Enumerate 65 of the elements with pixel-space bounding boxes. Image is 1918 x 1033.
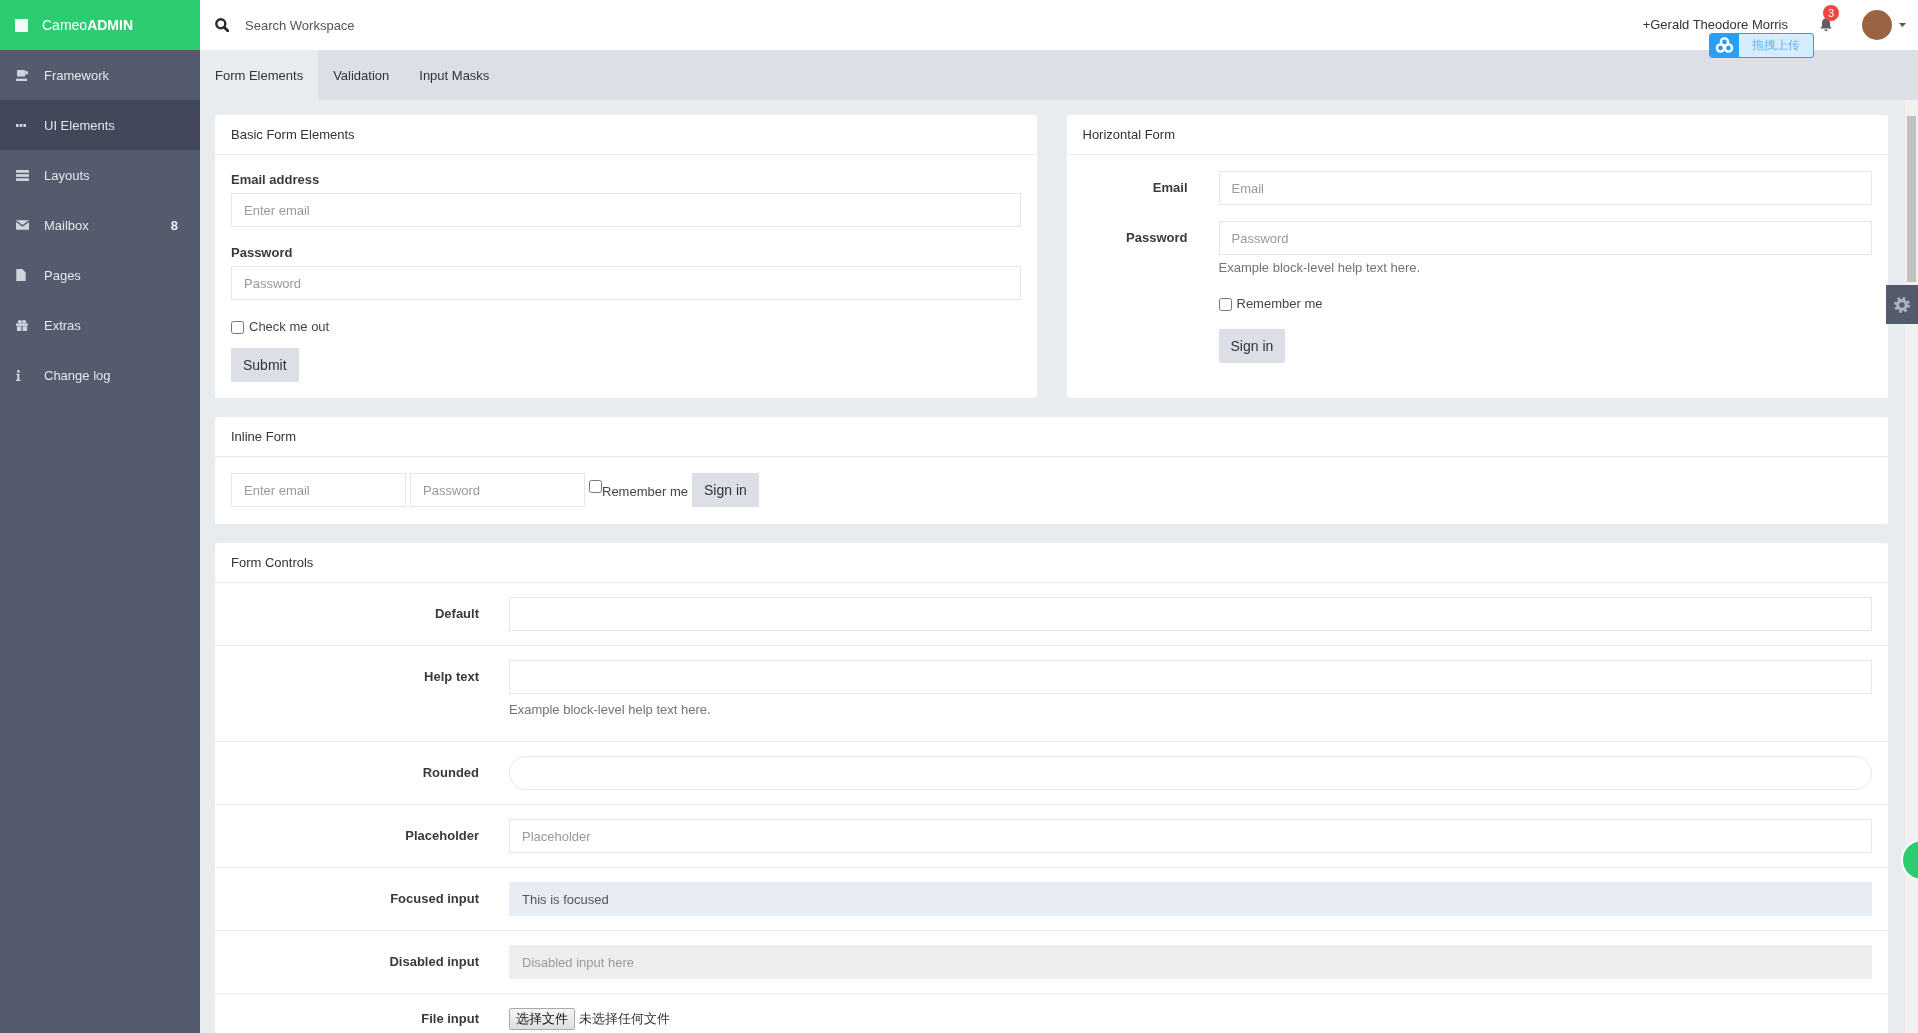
input-field[interactable]: Password	[231, 266, 1021, 300]
card-title: Form Controls	[231, 555, 314, 570]
bell-icon[interactable]	[1820, 18, 1832, 32]
unread-count: 8	[170, 217, 178, 233]
sign-in-button[interactable]: Sign in	[691, 473, 759, 507]
field-label: Default	[434, 605, 479, 623]
tab[interactable]: Validation	[318, 50, 405, 100]
settings-button[interactable]	[1886, 285, 1918, 324]
layers-icon	[16, 169, 29, 181]
field-label: Password	[231, 245, 293, 260]
card-title: Inline Form	[231, 429, 297, 444]
gift-icon	[16, 319, 28, 331]
input-field[interactable]	[509, 660, 1872, 694]
gear-icon	[1894, 296, 1910, 313]
input-field[interactable]	[509, 756, 1872, 790]
input-field[interactable]: Password	[1218, 221, 1872, 255]
field-label: Email	[1152, 179, 1188, 197]
input-field[interactable]: Placeholder	[509, 819, 1872, 853]
input-field[interactable]: This is focused	[509, 882, 1872, 916]
search-field[interactable]: Search Workspace	[245, 17, 1643, 33]
checkbox-label: Check me out	[249, 318, 330, 336]
checkbox[interactable]	[231, 320, 244, 334]
scrollbar[interactable]	[1905, 100, 1918, 1033]
card-title: Basic Form Elements	[231, 127, 355, 142]
checkbox-label: Remember me	[602, 483, 688, 499]
scrollbar-thumb[interactable]	[1907, 116, 1916, 282]
input-field[interactable]: Email	[1218, 171, 1872, 205]
info-icon	[16, 369, 21, 381]
input-field[interactable]: Enter email	[231, 193, 1021, 227]
checkbox[interactable]	[589, 480, 602, 493]
dots-icon	[16, 123, 26, 127]
checkbox-label: Remember me	[1236, 295, 1323, 313]
brand-name: CameoADMIN	[42, 17, 134, 33]
input-field[interactable]: Password	[410, 473, 585, 507]
square-logo-icon	[15, 18, 28, 32]
field-label: Placeholder	[405, 827, 479, 845]
field-label: Password	[1126, 229, 1188, 247]
search-icon[interactable]	[215, 18, 229, 32]
caret-icon[interactable]	[1899, 23, 1906, 27]
sidebar-item[interactable]: UI Elements	[0, 100, 200, 150]
input-field[interactable]	[509, 597, 1872, 631]
upload-label: 拖拽上传	[1751, 37, 1801, 54]
help-text: Example block-level help text here.	[1218, 259, 1422, 276]
input-field[interactable]: Enter email	[231, 473, 406, 507]
checkbox[interactable]	[1218, 297, 1232, 311]
card-title: Horizontal Form	[1082, 127, 1175, 142]
envelope-icon	[16, 220, 29, 230]
avatar[interactable]	[1862, 10, 1892, 40]
tab[interactable]: Input Masks	[404, 50, 505, 100]
choose-file-button[interactable]: 选择文件	[509, 1008, 575, 1030]
help-text: Example block-level help text here.	[509, 701, 712, 718]
notification-count: 3	[1823, 5, 1839, 21]
user-name[interactable]: +Gerald Theodore Morris	[1642, 17, 1788, 33]
field-label: Rounded	[422, 764, 479, 782]
submit-button[interactable]: Submit	[231, 348, 299, 382]
cup-icon	[16, 69, 29, 81]
field-label: File input	[421, 1010, 479, 1028]
file-status: 未选择任何文件	[579, 1010, 670, 1028]
sign-in-button[interactable]: Sign in	[1218, 329, 1286, 363]
file-icon	[16, 269, 26, 281]
tab[interactable]: Form Elements	[200, 50, 319, 100]
field-label: Help text	[424, 668, 479, 686]
field-label: Email address	[231, 172, 320, 187]
field-label: Disabled input	[389, 953, 479, 971]
field-label: Focused input	[390, 890, 479, 908]
